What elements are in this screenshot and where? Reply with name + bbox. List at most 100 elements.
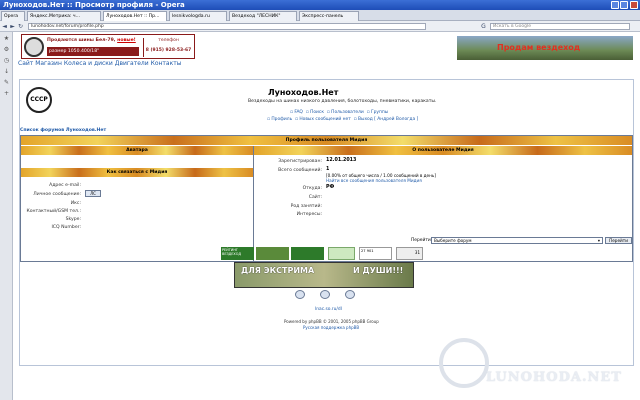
- forum-title[interactable]: Луноходов.Нет: [268, 88, 338, 97]
- tab-speed-dial[interactable]: Экспресс-панель: [299, 11, 359, 21]
- contact-header-text: Как связаться с Мидия: [106, 170, 168, 175]
- profile-action-icon[interactable]: [295, 290, 305, 299]
- banner-vehicle-text: Продам вездеход: [497, 43, 581, 52]
- visits-counter-text: 27 901: [361, 249, 374, 253]
- logout-link[interactable]: ▫ Выход [ Андрей Вологда ]: [354, 117, 419, 122]
- icq-number-label: ICQ Number:: [51, 225, 81, 230]
- users-label: Пользователи: [331, 110, 364, 115]
- interests-label: Интересы:: [296, 212, 322, 217]
- widgets-icon[interactable]: ⚙: [3, 46, 10, 53]
- tab-profile[interactable]: Луноходов.Нет :: Пр...: [103, 11, 167, 21]
- counters-row: РЕЙТИНГ ВЕЗДЕХОД: [221, 247, 289, 261]
- back-button[interactable]: ◄: [1, 23, 8, 30]
- jump-button[interactable]: Перейти: [605, 237, 632, 244]
- groups-link[interactable]: ▫ Группы: [367, 110, 389, 115]
- phone-label: Контактный/GSM тел.:: [26, 209, 81, 214]
- tab-label: Вездеход "ЛЕСНИК": [232, 14, 281, 19]
- tire-icon: [24, 37, 44, 57]
- history-icon[interactable]: ◷: [3, 57, 10, 64]
- search-label: Поиск: [310, 110, 324, 115]
- forum-menu-row2: ▫ Профиль ▫ Новых сообщений нет ▫ Выход …: [267, 117, 418, 122]
- users-action-icon[interactable]: [345, 290, 355, 299]
- registered-label: Зарегистрирован:: [278, 159, 322, 164]
- search-action-icon[interactable]: [320, 290, 330, 299]
- faq-link[interactable]: ▫ FAQ: [290, 110, 303, 115]
- nav-link-shop[interactable]: Магазин: [35, 60, 62, 67]
- avatar-header: Аватара: [21, 146, 253, 155]
- pm-link[interactable]: ▫ Новых сообщений нет: [295, 117, 351, 122]
- counter-badge-3[interactable]: [328, 247, 355, 260]
- email-label: Адрес e-mail:: [49, 183, 81, 188]
- search-link[interactable]: ▫ Поиск: [306, 110, 324, 115]
- forum-subtitle: Вездеходы на шинах низкого давления, бол…: [248, 99, 437, 104]
- tab-label: Яндекс.Метрика: ч...: [30, 14, 81, 19]
- minimize-button[interactable]: [611, 1, 619, 9]
- about-header: О пользователе Мидия: [254, 146, 632, 155]
- side-panel: ★ ⚙ ◷ ↓ ✎ +: [0, 32, 13, 400]
- bookmarks-icon[interactable]: ★: [3, 35, 10, 42]
- liveinternet-counter[interactable]: 31: [396, 247, 423, 260]
- downloads-icon[interactable]: ↓: [3, 68, 10, 75]
- nav-link-engines[interactable]: Двигатели: [115, 60, 149, 67]
- banner-new: новые!: [117, 38, 136, 43]
- nav-link-wheels[interactable]: Колеса и диски: [64, 60, 113, 67]
- banner-phone: 8 (915) 928-53-67: [145, 48, 192, 53]
- visits-counter[interactable]: 27 901: [359, 247, 392, 260]
- footer-link[interactable]: lnac.so.ru/dl: [315, 307, 342, 312]
- nav-link-site[interactable]: Сайт: [18, 60, 33, 67]
- footer-powered: Powered by phpBB © 2001, 2005 phpBB Grou…: [284, 319, 379, 324]
- stats-counter[interactable]: [256, 247, 289, 260]
- footer-support-link[interactable]: Русская поддержка phpBB: [303, 325, 359, 330]
- forum-menu-row1: ▫ FAQ ▫ Поиск ▫ Пользователи ▫ Группы: [290, 110, 388, 115]
- profile-header: Профиль пользователя Мидия: [21, 136, 632, 145]
- from-value: РФ: [326, 185, 335, 190]
- profile-link[interactable]: ▫ Профиль: [267, 117, 292, 122]
- tab-opera[interactable]: Opera: [1, 11, 25, 21]
- extreme-promo-banner[interactable]: ДЛЯ ЭКСТРИМА И ДУШИ!!!: [234, 262, 414, 288]
- notes-icon[interactable]: ✎: [3, 79, 10, 86]
- rating-counter-text: РЕЙТИНГ ВЕЗДЕХОД: [222, 248, 242, 256]
- profile-label: Профиль: [271, 117, 293, 122]
- tab-label: Луноходов.Нет :: Пр...: [106, 14, 160, 19]
- counter-badge-2[interactable]: [291, 247, 324, 260]
- ussr-quality-emblem: СССР: [26, 87, 52, 113]
- banner-phone-box: телефон 8 (915) 928-53-67: [143, 38, 193, 57]
- jump-select[interactable]: Выберите форум ▾: [431, 237, 603, 244]
- tab-metrika[interactable]: Яндекс.Метрика: ч...: [27, 11, 101, 21]
- site-watermark: LUNOHODA.NET: [486, 370, 622, 385]
- search-engine-icon[interactable]: G: [480, 23, 487, 30]
- address-field[interactable]: lunohodov.net/forum/profile.php: [28, 23, 426, 30]
- nav-link-contacts[interactable]: Контакты: [151, 60, 182, 67]
- liveinternet-counter-text: 31: [414, 250, 420, 255]
- profile-header-text: Профиль пользователя Мидия: [285, 138, 368, 143]
- search-placeholder: Искать в Google: [493, 24, 531, 29]
- add-panel-icon[interactable]: +: [3, 90, 10, 97]
- rating-counter[interactable]: РЕЙТИНГ ВЕЗДЕХОД: [221, 247, 254, 260]
- vehicle-sale-banner[interactable]: Продам вездеход: [457, 36, 633, 60]
- find-posts-link[interactable]: Найти все сообщения пользователя Мидия: [326, 178, 422, 183]
- jump-button-text: Перейти: [609, 238, 628, 243]
- top-navigation: Сайт Магазин Колеса и диски Двигатели Ко…: [18, 60, 181, 67]
- skype-label: Skype:: [65, 217, 81, 222]
- users-link[interactable]: ▫ Пользователи: [327, 110, 364, 115]
- send-pm-button[interactable]: ЛС: [85, 190, 101, 197]
- tire-sale-banner[interactable]: Продаются шины Бел-79, новые! размер 105…: [21, 34, 195, 59]
- search-input[interactable]: Искать в Google: [490, 23, 630, 30]
- banner-phone-label: телефон: [158, 38, 179, 43]
- breadcrumb[interactable]: Список форумов Луноходов.Нет: [20, 128, 106, 133]
- posts-label: Всего сообщений:: [278, 168, 322, 173]
- contact-header: Как связаться с Мидия: [21, 168, 253, 177]
- tab-label: Opera: [4, 14, 19, 19]
- maximize-button[interactable]: [620, 1, 628, 9]
- close-button[interactable]: [630, 1, 638, 9]
- navigation-bar: ◄ ► ↻ lunohodov.net/forum/profile.php G …: [0, 21, 640, 32]
- tab-lesnik[interactable]: Вездеход "ЛЕСНИК": [229, 11, 297, 21]
- reload-button[interactable]: ↻: [17, 23, 24, 30]
- jump-option: Выберите форум: [434, 238, 472, 243]
- occupation-label: Род занятий:: [290, 204, 322, 209]
- forward-button[interactable]: ►: [9, 23, 16, 30]
- pm-label-contact: Личное сообщение:: [33, 192, 81, 197]
- tab-lesnik-site[interactable]: lesnikvologda.ru: [169, 11, 227, 21]
- address-text: lunohodov.net/forum/profile.php: [31, 24, 104, 29]
- from-label: Откуда:: [302, 186, 322, 191]
